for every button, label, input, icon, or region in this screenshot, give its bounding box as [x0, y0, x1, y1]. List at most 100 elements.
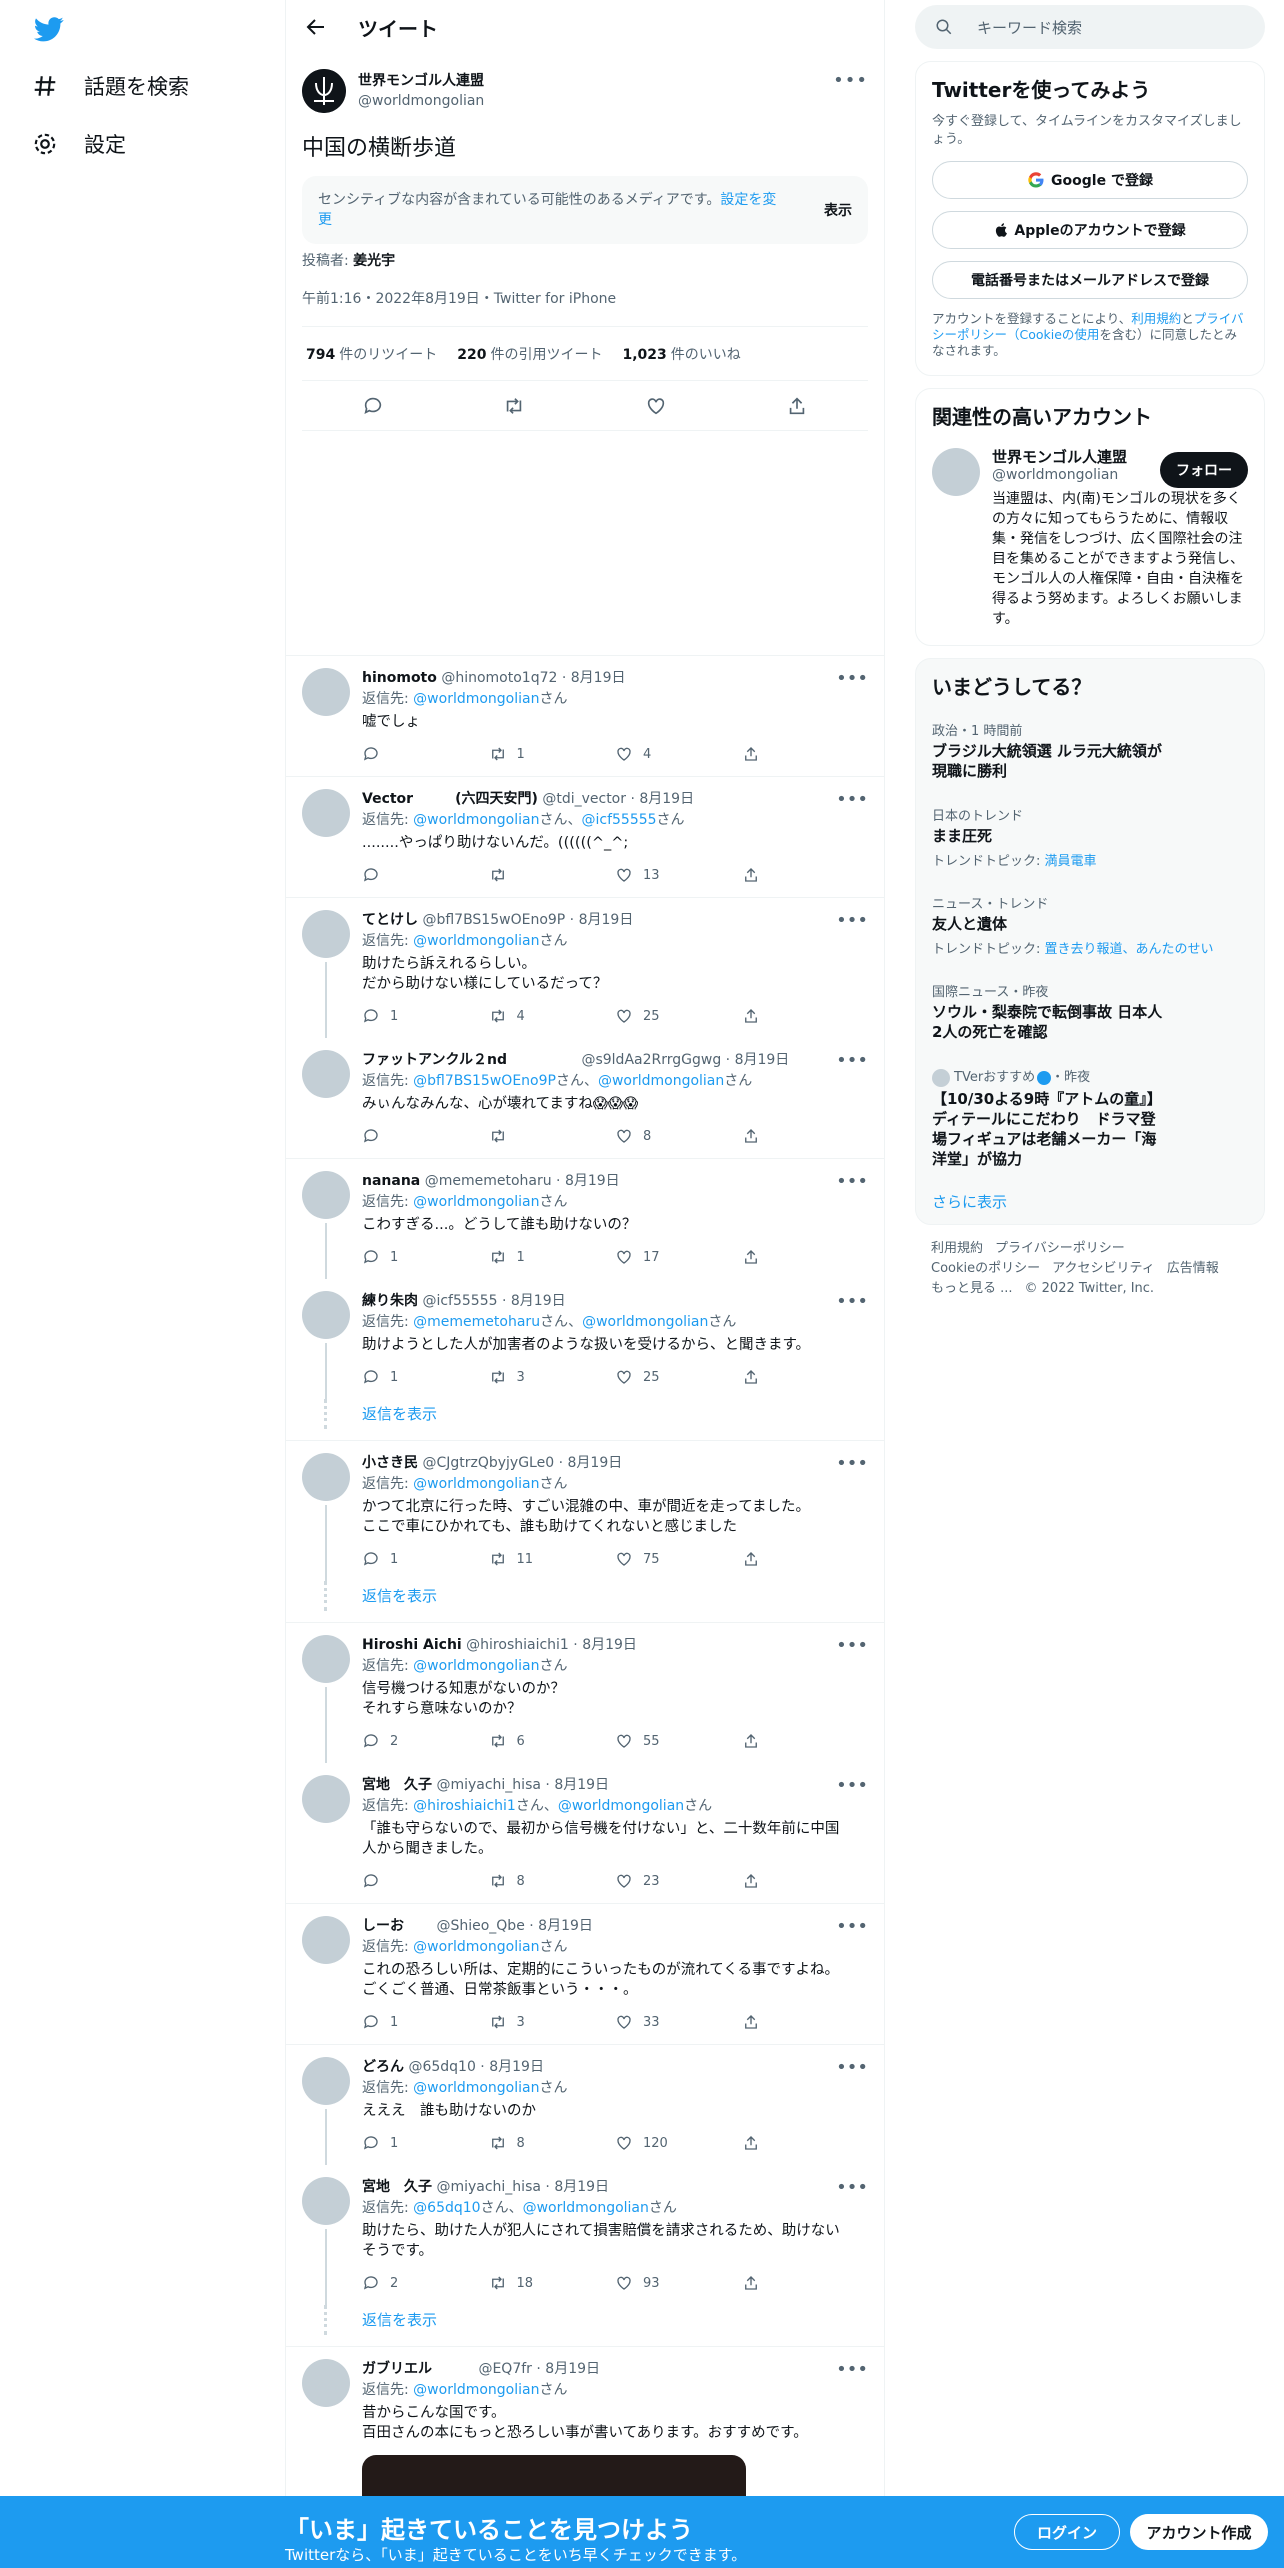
reply-tweet[interactable]: 小さき民 @CJgtrzQbyjyGLe0 · 8月19日 ••• 返信先: @wo…	[286, 1441, 884, 1581]
show-replies-link[interactable]: 返信を表示	[286, 1581, 884, 1623]
related-account[interactable]: 世界モンゴル人連盟 @worldmongolian フォロー 当連盟は、内(南)…	[932, 446, 1248, 629]
reply-author-name[interactable]: hinomoto	[362, 670, 437, 686]
reply-tweet[interactable]: どろん @65dq10 · 8月19日 ••• 返信先: @worldmongoli…	[286, 2045, 884, 2165]
reply-date[interactable]: 8月19日	[735, 1052, 790, 1068]
reply-tweet[interactable]: てとけし @bfl7BS15wOEno9P · 8月19日 ••• 返信先: @wo…	[286, 898, 884, 1038]
reply-to-mention[interactable]: @65dq10	[413, 2200, 480, 2216]
phone-email-signup-button[interactable]: 電話番号またはメールアドレスで登録	[932, 261, 1248, 299]
show-replies-link[interactable]: 返信を表示	[286, 1399, 884, 1441]
like-action[interactable]: 23	[615, 1872, 742, 1890]
reply-date[interactable]: 8月19日	[489, 2059, 544, 2075]
more-options-icon[interactable]: •••	[836, 910, 868, 931]
reply-icon[interactable]	[362, 395, 384, 417]
reply-tweet[interactable]: Hiroshi Aichi @hiroshiaichi1 · 8月19日 ••• 返…	[286, 1623, 884, 1763]
avatar[interactable]	[302, 2057, 350, 2105]
footer-accessibility-link[interactable]: アクセシビリティ	[1052, 1261, 1155, 1276]
reply-to-mention[interactable]: @worldmongolian	[413, 1658, 539, 1674]
likes-stat[interactable]: 1,023 件のいいね	[622, 344, 740, 364]
retweet-action[interactable]: 4	[489, 1007, 616, 1025]
share-action[interactable]	[742, 1872, 869, 1890]
more-options-icon[interactable]: •••	[836, 1453, 868, 1474]
reply-action[interactable]: 1	[362, 1550, 489, 1568]
footer-privacy-link[interactable]: プライバシーポリシー	[995, 1241, 1125, 1256]
trend-topic-link[interactable]: 置き去り報道、あんたのせい	[1045, 942, 1214, 957]
reply-date[interactable]: 8月19日	[554, 2179, 609, 2195]
reply-tweet[interactable]: hinomoto @hinomoto1q72 · 8月19日 ••• 返信先: @w…	[286, 656, 884, 777]
show-more-trends-link[interactable]: さらに表示	[932, 1191, 1248, 1212]
trend-topic-link[interactable]: 満員電車	[1045, 854, 1097, 869]
reply-tweet[interactable]: 宮地 久子 @miyachi_hisa · 8月19日 ••• 返信先: @hiro…	[286, 1763, 884, 1904]
more-options-icon[interactable]: •••	[836, 1635, 868, 1656]
reply-author-name[interactable]: しーお	[362, 1918, 432, 1934]
retweet-action[interactable]: 18	[489, 2274, 616, 2292]
reply-date[interactable]: 8月19日	[565, 1173, 620, 1189]
share-icon[interactable]	[786, 395, 808, 417]
create-account-button[interactable]: アカウント作成	[1130, 2514, 1268, 2550]
reply-tweet[interactable]: 宮地 久子 @miyachi_hisa · 8月19日 ••• 返信先: @65dq…	[286, 2165, 884, 2305]
retweet-action[interactable]: 3	[489, 1368, 616, 1386]
share-action[interactable]	[742, 1007, 869, 1025]
reply-to-mention[interactable]: @worldmongolian	[413, 1476, 539, 1492]
reply-date[interactable]: 8月19日	[579, 912, 634, 928]
like-action[interactable]: 17	[615, 1248, 742, 1266]
reply-to-mention[interactable]: @worldmongolian	[413, 1939, 539, 1955]
retweet-action[interactable]	[489, 866, 616, 884]
reply-to-mention[interactable]: @worldmongolian	[413, 2080, 539, 2096]
reply-author-name[interactable]: どろん	[362, 2059, 404, 2075]
avatar[interactable]	[302, 789, 350, 837]
reply-to-mention[interactable]: @mememetoharu	[413, 1314, 540, 1330]
retweet-action[interactable]: 8	[489, 2134, 616, 2152]
twitter-logo-icon[interactable]	[32, 14, 66, 44]
trend-item[interactable]: TVerおすすめ ・昨夜 【10/30よる9時『アトムの童』】 ディテールにこだわり…	[932, 1054, 1248, 1181]
reply-author-name[interactable]: 宮地 久子	[362, 1777, 432, 1793]
back-arrow-icon[interactable]	[304, 15, 328, 39]
search-box[interactable]: キーワード検索	[915, 5, 1265, 49]
like-action[interactable]: 120	[615, 2134, 742, 2152]
more-options-icon[interactable]: •••	[836, 1916, 868, 1937]
reply-date[interactable]: 8月19日	[554, 1777, 609, 1793]
share-action[interactable]	[742, 1732, 869, 1750]
reply-to-mention[interactable]: @worldmongolian	[558, 1798, 684, 1814]
reply-action[interactable]	[362, 1127, 489, 1145]
reply-author-name[interactable]: ガブリエル	[362, 2361, 474, 2377]
like-action[interactable]: 25	[615, 1007, 742, 1025]
like-action[interactable]: 25	[615, 1368, 742, 1386]
retweet-action[interactable]: 1	[489, 1248, 616, 1266]
like-action[interactable]: 93	[615, 2274, 742, 2292]
reply-action[interactable]: 1	[362, 1368, 489, 1386]
reply-action[interactable]	[362, 866, 489, 884]
follow-button[interactable]: フォロー	[1160, 452, 1248, 488]
retweet-action[interactable]: 1	[489, 745, 616, 763]
more-options-icon[interactable]: •••	[836, 1171, 868, 1192]
more-options-icon[interactable]: •••	[836, 1050, 868, 1071]
reply-author-name[interactable]: ファットアンクル２nd	[362, 1052, 577, 1068]
apple-signup-button[interactable]: Appleのアカウントで登録	[932, 211, 1248, 249]
more-options-icon[interactable]: •••	[836, 789, 868, 810]
reply-date[interactable]: 8月19日	[571, 670, 626, 686]
like-action[interactable]: 55	[615, 1732, 742, 1750]
reply-author-name[interactable]: nanana	[362, 1173, 420, 1189]
reply-action[interactable]: 1	[362, 2013, 489, 2031]
reply-action[interactable]: 1	[362, 2134, 489, 2152]
reply-to-mention[interactable]: @hiroshiaichi1	[413, 1798, 516, 1814]
reply-action[interactable]	[362, 745, 489, 763]
share-action[interactable]	[742, 1248, 869, 1266]
reply-date[interactable]: 8月19日	[545, 2361, 600, 2377]
avatar[interactable]	[302, 2177, 350, 2225]
footer-ads-link[interactable]: 広告情報	[1167, 1261, 1219, 1276]
reply-author-name[interactable]: 小さき民	[362, 1455, 418, 1471]
reply-to-mention[interactable]: @worldmongolian	[413, 2382, 539, 2398]
avatar[interactable]	[302, 1050, 350, 1098]
avatar[interactable]	[302, 1291, 350, 1339]
reply-to-mention[interactable]: @icf55555	[581, 812, 656, 828]
reply-tweet[interactable]: Vector (六四天安門) @tdi_vector · 8月19日 ••• 返信先…	[286, 777, 884, 898]
nav-explore[interactable]: 話題を検索	[32, 66, 189, 106]
retweets-stat[interactable]: 794 件のリツイート	[306, 344, 437, 364]
reply-tweet[interactable]: 練り朱肉 @icf55555 · 8月19日 ••• 返信先: @mememetoh…	[286, 1279, 884, 1399]
avatar[interactable]	[302, 1775, 350, 1823]
retweet-action[interactable]: 8	[489, 1872, 616, 1890]
reply-to-mention[interactable]: @worldmongolian	[413, 812, 539, 828]
google-signup-button[interactable]: Google で登録	[932, 161, 1248, 199]
terms-link[interactable]: 利用規約	[1131, 311, 1181, 326]
more-options-icon[interactable]: •••	[836, 1775, 868, 1796]
